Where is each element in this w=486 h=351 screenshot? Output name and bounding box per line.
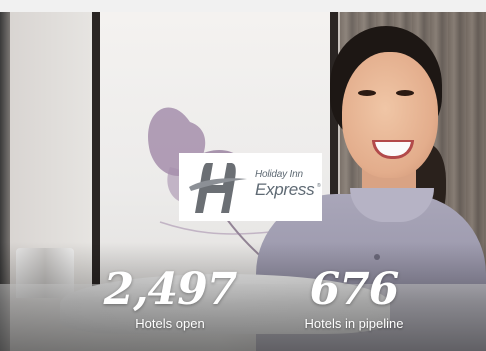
brand-name-line2: Express xyxy=(255,180,315,199)
stat-hotels-pipeline: 676 Hotels in pipeline xyxy=(282,268,426,332)
holiday-inn-h-icon xyxy=(189,163,247,213)
stat-hotels-open: 2,497 Hotels open xyxy=(96,268,244,332)
stat-label: Hotels open xyxy=(135,316,205,331)
eye-left xyxy=(358,90,376,96)
stat-label: Hotels in pipeline xyxy=(304,316,404,331)
face xyxy=(342,52,438,178)
brand-name-line1: Holiday Inn xyxy=(255,169,303,180)
brand-logo: Holiday Inn Express ® xyxy=(179,153,322,221)
top-strip xyxy=(0,0,486,12)
registered-mark: ® xyxy=(317,183,321,189)
stat-value: 676 xyxy=(309,264,400,315)
eye-right xyxy=(396,90,414,96)
stat-value: 2,497 xyxy=(103,264,238,315)
